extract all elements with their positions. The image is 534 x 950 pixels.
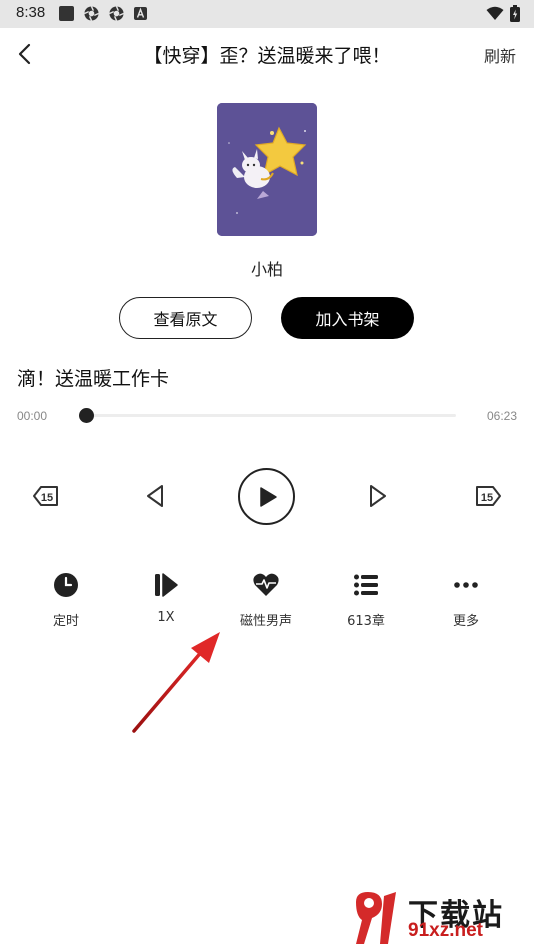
chapters-label: 613章 <box>347 614 385 629</box>
list-icon <box>354 574 378 596</box>
status-time: 8:38 <box>16 4 46 21</box>
speed-menu-item[interactable]: 1X <box>126 570 206 625</box>
play-icon <box>259 486 277 507</box>
progress-thumb[interactable] <box>79 408 94 423</box>
page-title: 【快穿】歪？送温暖来了喂！ <box>143 45 391 67</box>
aperture-icon-2 <box>109 6 124 21</box>
timer-label: 定时 <box>52 614 79 629</box>
refresh-button[interactable]: 刷新 <box>484 43 516 67</box>
svg-text:15: 15 <box>481 492 493 504</box>
forward-15-button[interactable]: 15 <box>469 477 507 515</box>
previous-button[interactable] <box>137 477 175 515</box>
voice-label: 磁性男声 <box>239 614 292 629</box>
rewind-15-button[interactable]: 15 <box>27 477 65 515</box>
next-button[interactable] <box>358 477 396 515</box>
svg-text:15: 15 <box>41 492 53 504</box>
more-dots-icon <box>454 582 478 588</box>
heartbeat-icon <box>253 573 279 596</box>
play-button[interactable] <box>238 468 295 525</box>
chapter-title: 滴！送温暖工作卡 <box>17 368 170 390</box>
speed-label: 1X <box>157 610 175 625</box>
status-bar: 8:38 <box>0 0 534 28</box>
book-cover[interactable] <box>217 103 317 236</box>
back-arrow-icon[interactable] <box>12 40 40 68</box>
speed-play-icon <box>155 573 178 597</box>
status-right <box>486 5 520 22</box>
progress-track[interactable] <box>86 414 456 417</box>
book-author: 小柏 <box>250 260 283 279</box>
forward-15-icon: 15 <box>476 486 501 506</box>
voice-menu-item[interactable]: 磁性男声 <box>226 570 306 629</box>
cover-illustration <box>217 103 317 236</box>
watermark: 下载站 91xz.net <box>350 890 530 946</box>
add-to-shelf-button[interactable]: 加入书架 <box>281 297 414 339</box>
app-header: 【快穿】歪？送温暖来了喂！ 刷新 <box>0 28 534 80</box>
chapters-menu-item[interactable]: 613章 <box>326 570 406 629</box>
app-a-icon <box>134 7 147 20</box>
more-menu-item[interactable]: 更多 <box>426 570 506 629</box>
watermark-logo-icon <box>356 892 396 944</box>
next-icon <box>370 485 386 507</box>
watermark-url: 91xz.net <box>408 920 483 941</box>
current-time: 00:00 <box>17 409 48 423</box>
rewind-15-icon: 15 <box>33 486 58 506</box>
timer-menu-item[interactable]: 定时 <box>26 570 106 629</box>
more-label: 更多 <box>452 614 479 629</box>
view-original-button[interactable]: 查看原文 <box>119 297 252 339</box>
notification-square-icon <box>59 6 74 21</box>
previous-icon <box>147 485 163 507</box>
wifi-icon <box>486 6 504 20</box>
total-time: 06:23 <box>486 409 517 423</box>
aperture-icon <box>84 6 99 21</box>
battery-icon <box>510 5 520 22</box>
annotation-arrow-icon <box>132 632 220 733</box>
clock-icon <box>54 573 78 597</box>
